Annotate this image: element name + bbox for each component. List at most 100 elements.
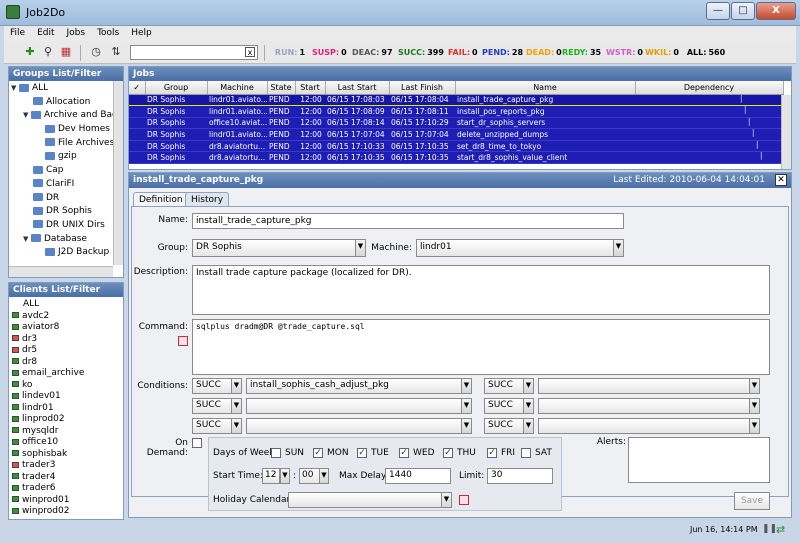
machine-select[interactable]: lindr01 ▼	[416, 239, 624, 257]
column-header[interactable]: State	[267, 81, 296, 95]
day-sun-checkbox[interactable]	[271, 448, 281, 458]
row-check-cell[interactable]	[129, 93, 145, 107]
refresh-icon[interactable]: ⇄	[776, 523, 785, 536]
collapse-icon[interactable]: ▼	[11, 82, 19, 96]
status-succ-counter[interactable]: SUCC: 399	[396, 46, 444, 60]
client-item[interactable]: avdc2	[9, 311, 123, 323]
condition-status-select[interactable]: SUCC ▼	[192, 418, 242, 434]
group-item-allocation[interactable]: Allocation	[9, 96, 123, 110]
client-item[interactable]: sophisbak	[9, 449, 123, 461]
calendar-icon[interactable]	[178, 336, 188, 346]
client-item[interactable]: mysqldr	[9, 426, 123, 438]
menu-file[interactable]: File	[4, 26, 31, 38]
on-demand-checkbox[interactable]	[192, 438, 202, 448]
condition-job-select[interactable]: ▼	[246, 398, 472, 414]
minimize-button[interactable]: —	[706, 2, 730, 20]
menu-help[interactable]: Help	[125, 26, 158, 38]
clock-icon[interactable]: ◷	[90, 46, 102, 58]
client-item[interactable]: linprod02	[9, 414, 123, 426]
group-item-dev-homes[interactable]: Dev Homes	[9, 123, 123, 137]
day-mon-checkbox[interactable]: ✓	[313, 448, 323, 458]
column-header[interactable]: Last Start	[325, 81, 390, 95]
groups-vertical-scrollbar[interactable]	[113, 81, 123, 265]
client-item[interactable]: office10	[9, 437, 123, 449]
day-fri-checkbox[interactable]: ✓	[487, 448, 497, 458]
job-row[interactable]: DR Sophis lindr01.aviato... PEND 12:00 06/15…	[129, 105, 783, 118]
limit-field[interactable]: 30	[487, 468, 553, 484]
start-hour-spinner[interactable]: ▼	[280, 468, 290, 484]
alerts-field[interactable]	[628, 437, 770, 483]
maximize-button[interactable]: □	[731, 2, 755, 20]
client-item[interactable]: trader6	[9, 483, 123, 495]
job-row[interactable]: DR Sophis lindr01.aviato... PEND 12:00 06/15…	[129, 128, 783, 141]
sort-icon[interactable]: ⇅	[110, 46, 122, 58]
job-row[interactable]: DR Sophis dr8.aviatortu... PEND 12:00 06/15 …	[129, 140, 783, 153]
client-item[interactable]: lindev01	[9, 391, 123, 403]
column-header[interactable]: Group	[145, 81, 208, 95]
client-item[interactable]: winprod01	[9, 495, 123, 507]
status-fail-counter[interactable]: FAIL: 0	[446, 46, 478, 60]
client-item[interactable]: email_archive	[9, 368, 123, 380]
max-delay-field[interactable]: 1440	[385, 468, 451, 484]
start-hour-select[interactable]: 12	[262, 468, 280, 484]
holiday-select[interactable]: ▼	[288, 492, 452, 508]
calendar-icon[interactable]	[459, 495, 469, 505]
new-job-icon[interactable]: ✚	[24, 46, 36, 58]
status-deac-counter[interactable]: DEAC: 97	[350, 46, 394, 60]
check-icon[interactable]: ✓	[129, 81, 146, 95]
group-item-all[interactable]: ▼ ALL	[9, 82, 123, 96]
start-minute-select[interactable]: 00 ▼	[299, 468, 329, 484]
day-thu-checkbox[interactable]: ✓	[443, 448, 453, 458]
row-check-cell[interactable]	[129, 151, 145, 165]
search-input[interactable]: x	[130, 45, 258, 60]
status-wkil-counter[interactable]: WKIL: 0	[642, 46, 682, 60]
column-header[interactable]: Start	[295, 81, 326, 95]
tab-history[interactable]: History	[185, 192, 230, 207]
description-field[interactable]: Install trade capture package (localized…	[192, 265, 770, 315]
condition-status-select[interactable]: SUCC ▼	[484, 398, 534, 414]
client-item[interactable]: dr5	[9, 345, 123, 357]
row-check-cell[interactable]	[129, 140, 145, 153]
condition-status-select[interactable]: SUCC ▼	[484, 378, 534, 394]
menu-tools[interactable]: Tools	[91, 26, 125, 38]
client-item[interactable]: ALL	[9, 299, 123, 311]
condition-job-select[interactable]: ▼	[538, 398, 760, 414]
collapse-icon[interactable]: ▼	[23, 109, 31, 123]
save-button[interactable]: Save	[734, 492, 770, 510]
pause-icon[interactable]: ❚❚	[762, 524, 777, 534]
condition-job-select[interactable]: ▼	[246, 418, 472, 434]
group-item-gzip[interactable]: gzip	[9, 150, 123, 164]
menu-jobs[interactable]: Jobs	[61, 26, 92, 38]
job-row[interactable]: DR Sophis office10.aviat... PEND 12:00 06/15…	[129, 117, 783, 130]
command-field[interactable]: sqlplus dradm@DR @trade_capture.sql	[192, 319, 770, 375]
column-header[interactable]: Last Finish	[389, 81, 456, 95]
client-item[interactable]: dr8	[9, 357, 123, 369]
condition-status-select[interactable]: SUCC ▼	[484, 418, 534, 434]
condition-job-select[interactable]: install_sophis_cash_adjust_pkg ▼	[246, 378, 472, 394]
job-row[interactable]: DR Sophis dr8.aviatortu... PEND 12:00 06/15 …	[129, 151, 783, 165]
group-item-dr-sophis[interactable]: DR Sophis	[9, 205, 123, 219]
day-sat-checkbox[interactable]	[521, 448, 531, 458]
group-item-dr-unix-dirs[interactable]: DR UNIX Dirs	[9, 219, 123, 233]
calendar-icon[interactable]: ▦	[60, 46, 72, 58]
close-window-button[interactable]: X	[756, 2, 796, 20]
client-item[interactable]: lindr01	[9, 403, 123, 415]
client-item[interactable]: aviator8	[9, 322, 123, 334]
condition-status-select[interactable]: SUCC ▼	[192, 378, 242, 394]
find-icon[interactable]: ⚲	[42, 46, 54, 58]
clear-search-icon[interactable]: x	[245, 47, 255, 57]
column-header[interactable]: Dependency	[635, 81, 784, 95]
status-dead-counter[interactable]: DEAD: 0	[524, 46, 562, 60]
condition-job-select[interactable]: ▼	[538, 418, 760, 434]
tab-definition[interactable]: Definition	[133, 192, 189, 207]
column-header[interactable]: Name	[455, 81, 636, 95]
close-detail-icon[interactable]: ✕	[775, 174, 787, 186]
job-row[interactable]: DR Sophis lindr01.aviato... PEND 12:00 06/15…	[129, 93, 783, 107]
client-item[interactable]: trader3	[9, 460, 123, 472]
group-item-j2d-backup[interactable]: J2D Backup	[9, 246, 123, 260]
client-item[interactable]: winprod02	[9, 506, 123, 518]
condition-status-select[interactable]: SUCC ▼	[192, 398, 242, 414]
client-item[interactable]: ko	[9, 380, 123, 392]
row-check-cell[interactable]	[129, 105, 145, 118]
status-redy-counter[interactable]: REDY: 35	[560, 46, 602, 60]
